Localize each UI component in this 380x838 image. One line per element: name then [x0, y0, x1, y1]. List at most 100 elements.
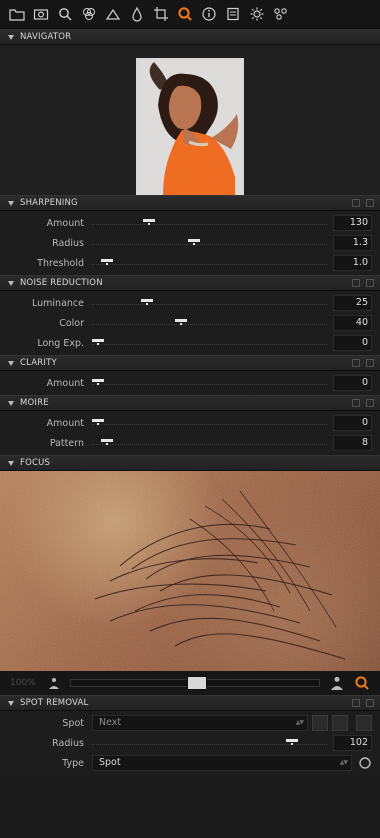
spot-radius-value[interactable]: 102 [333, 735, 372, 751]
noise-color-slider[interactable] [92, 317, 327, 329]
slider-thumb[interactable] [92, 379, 104, 385]
crop-icon[interactable] [150, 3, 172, 25]
navigator-header[interactable]: NAVIGATOR [0, 29, 380, 45]
folder-icon[interactable] [6, 3, 28, 25]
previous-spot-button[interactable] [312, 715, 328, 731]
collapse-icon[interactable] [8, 700, 14, 706]
sharpening-amount-row: Amount 130 [0, 213, 380, 233]
noise-color-value[interactable]: 40 [333, 315, 372, 331]
focus-zoom-slider[interactable] [70, 676, 320, 690]
sharpening-threshold-slider[interactable] [92, 257, 327, 269]
noise-color-row: Color 40 [0, 313, 380, 333]
noise-luminance-row: Luminance 25 [0, 293, 380, 313]
drop-icon[interactable] [126, 3, 148, 25]
copy-icon[interactable] [352, 199, 360, 207]
spot-select[interactable]: Next [92, 715, 308, 731]
slider-thumb[interactable] [92, 339, 104, 345]
moire-amount-value[interactable]: 0 [333, 415, 372, 431]
collapse-icon[interactable] [8, 34, 14, 40]
moire-panel: Amount 0 Pattern 8 [0, 411, 380, 455]
slider-thumb[interactable] [101, 259, 113, 265]
circle-icon[interactable] [358, 756, 372, 770]
track-dots [92, 444, 327, 446]
reset-icon[interactable] [366, 399, 374, 407]
type-row: Type Spot [0, 753, 380, 773]
person-large-icon[interactable] [330, 676, 344, 690]
reset-icon[interactable] [366, 199, 374, 207]
copy-icon[interactable] [352, 399, 360, 407]
copy-icon[interactable] [352, 279, 360, 287]
copy-icon[interactable] [352, 699, 360, 707]
focus-detail [0, 471, 380, 671]
sharpening-radius-slider[interactable] [92, 237, 327, 249]
focus-image[interactable] [0, 471, 380, 671]
sharpening-header[interactable]: SHARPENING [0, 195, 380, 211]
slider-thumb[interactable] [286, 739, 298, 745]
section-tools [352, 359, 374, 367]
moire-pattern-row: Pattern 8 [0, 433, 380, 453]
camera-icon[interactable] [30, 3, 52, 25]
moire-amount-slider[interactable] [92, 417, 327, 429]
noise-long-exposure-slider[interactable] [92, 337, 327, 349]
section-tools [352, 399, 374, 407]
clarity-amount-value[interactable]: 0 [333, 375, 372, 391]
layers-icon[interactable] [78, 3, 100, 25]
collapse-icon[interactable] [8, 460, 14, 466]
zoom-level[interactable]: 100% [10, 678, 38, 688]
track-dots [92, 264, 327, 266]
noise-long-exposure-value[interactable]: 0 [333, 335, 372, 351]
noise-luminance-value[interactable]: 25 [333, 295, 372, 311]
slider-thumb[interactable] [101, 439, 113, 445]
sharpening-threshold-value[interactable]: 1.0 [333, 255, 372, 271]
collapse-icon[interactable] [8, 360, 14, 366]
noise-long-exposure-row: Long Exp. 0 [0, 333, 380, 353]
noise-reduction-header[interactable]: NOISE REDUCTION [0, 275, 380, 291]
type-select[interactable]: Spot [92, 755, 352, 771]
spot-radius-slider[interactable] [92, 737, 327, 749]
focus-icon[interactable] [174, 3, 196, 25]
slider-thumb[interactable] [175, 319, 187, 325]
info-icon[interactable] [198, 3, 220, 25]
moire-pattern-slider[interactable] [92, 437, 327, 449]
navigator-panel [0, 45, 380, 198]
collapse-icon[interactable] [8, 200, 14, 206]
zoom-thumb[interactable] [187, 676, 207, 690]
noise-reduction-panel: Luminance 25 Color 40 Long Exp. 0 [0, 291, 380, 355]
gear-icon[interactable] [246, 3, 268, 25]
list-icon[interactable] [222, 3, 244, 25]
slider-thumb[interactable] [92, 419, 104, 425]
reset-icon[interactable] [366, 279, 374, 287]
sharpening-radius-row: Radius 1.3 [0, 233, 380, 253]
sharpening-amount-slider[interactable] [92, 217, 327, 229]
clarity-header[interactable]: CLARITY [0, 355, 380, 371]
reset-icon[interactable] [366, 699, 374, 707]
delete-spot-button[interactable] [356, 715, 372, 731]
noise-luminance-slider[interactable] [92, 297, 327, 309]
focus-loupe-icon[interactable] [354, 675, 370, 691]
focus-header[interactable]: FOCUS [0, 455, 380, 471]
slider-thumb[interactable] [143, 219, 155, 225]
reset-icon[interactable] [366, 359, 374, 367]
spot-removal-header[interactable]: SPOT REMOVAL [0, 695, 380, 711]
triangle-icon[interactable] [102, 3, 124, 25]
search-icon[interactable] [54, 3, 76, 25]
share-icon[interactable] [270, 3, 292, 25]
moire-header[interactable]: MOIRE [0, 395, 380, 411]
collapse-icon[interactable] [8, 400, 14, 406]
moire-pattern-value[interactable]: 8 [333, 435, 372, 451]
sharpening-amount-value[interactable]: 130 [333, 215, 372, 231]
slider-thumb[interactable] [188, 239, 200, 245]
track-dots [92, 384, 327, 386]
navigator-thumbnail[interactable] [136, 58, 244, 198]
toolbar [0, 0, 380, 29]
track-dots [92, 244, 327, 246]
clarity-amount-slider[interactable] [92, 377, 327, 389]
spot-removal-panel: Spot Next Radius 102 Type Spot [0, 711, 380, 775]
sharpening-radius-value[interactable]: 1.3 [333, 235, 372, 251]
copy-icon[interactable] [352, 359, 360, 367]
slider-thumb[interactable] [141, 299, 153, 305]
collapse-icon[interactable] [8, 280, 14, 286]
next-spot-button[interactable] [332, 715, 348, 731]
track-dots [92, 224, 327, 226]
person-small-icon[interactable] [48, 677, 60, 689]
